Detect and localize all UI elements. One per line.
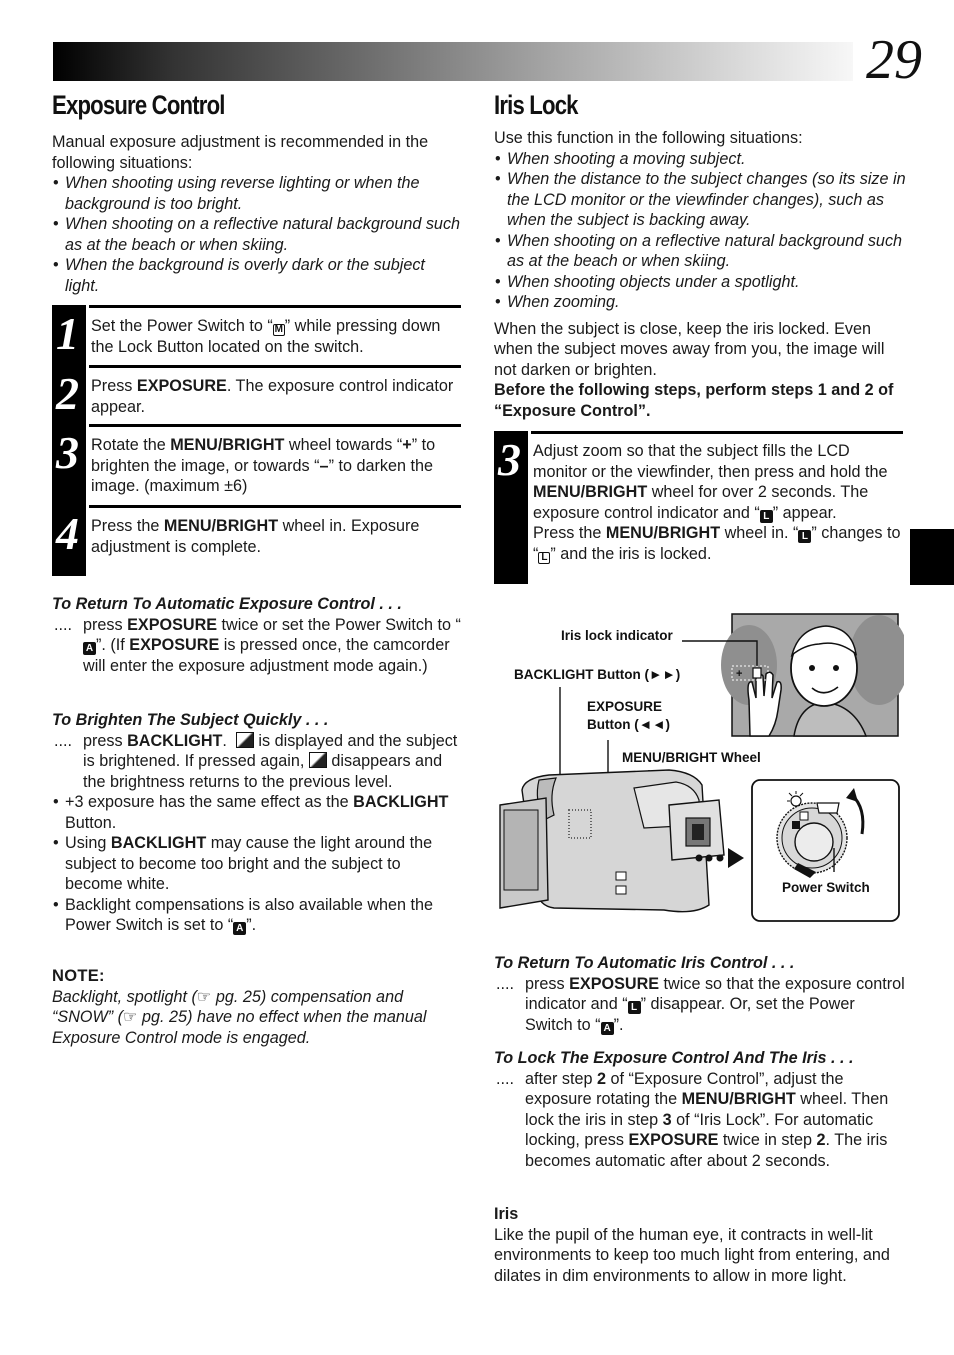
list-item: When shooting a moving subject.	[494, 149, 906, 170]
step-text: Set the Power Switch to “M” while pressi…	[91, 317, 441, 356]
iris-step-3: 3 Adjust zoom so that the subject fills …	[494, 431, 903, 584]
iris-paragraph: When the subject is close, keep the iris…	[494, 319, 885, 379]
step-number: 3	[56, 427, 79, 478]
pointing-hand-icon: ☞	[196, 987, 212, 1006]
return-auto-exposure-text: .... press EXPOSURE twice or set the Powe…	[54, 615, 461, 675]
auto-mode-icon: A	[83, 642, 96, 655]
menu-bright-wheel-label: MENU/BRIGHT Wheel	[622, 750, 761, 765]
return-auto-iris-heading: To Return To Automatic Iris Control . . …	[494, 954, 795, 972]
auto-mode-marker	[792, 821, 800, 829]
backlight-button-label: BACKLIGHT Button (►►)	[514, 667, 680, 682]
page-reference-link[interactable]: pg. 25	[216, 988, 261, 1006]
list-item: When zooming.	[494, 292, 906, 313]
list-item: +3 exposure has the same effect as the B…	[52, 792, 462, 833]
step-number: 3	[498, 434, 521, 485]
note-title: NOTE:	[52, 967, 105, 985]
backlight-icon	[235, 731, 254, 748]
brighten-text: .... press BACKLIGHT. is displayed and th…	[54, 731, 458, 791]
locked-indicator-icon: L	[538, 551, 551, 564]
step-2: 2 Press EXPOSURE. The exposure control i…	[52, 365, 461, 424]
note-section: NOTE: Backlight, spotlight (☞ pg. 25) co…	[52, 966, 462, 1048]
exposure-steps: 1 Set the Power Switch to “M” while pres…	[52, 305, 461, 576]
exposure-control-title: Exposure Control	[52, 90, 225, 120]
lock-indicator-icon: L	[798, 530, 812, 543]
lock-indicator-icon: L	[627, 1001, 641, 1014]
lock-both-text: .... after step 2 of “Exposure Control”, …	[496, 1069, 889, 1170]
page-reference-link[interactable]: pg. 25	[142, 1008, 187, 1026]
auto-mode-icon: A	[600, 1021, 614, 1035]
iris-intro-block: Use this function in the following situa…	[494, 128, 906, 421]
lcd-screen-picture: +	[721, 613, 909, 737]
list-item: When shooting using reverse lighting or …	[52, 173, 462, 214]
backlight-notes-list: +3 exposure has the same effect as the B…	[52, 792, 462, 936]
iris-definition-text: Like the pupil of the human eye, it cont…	[494, 1225, 890, 1285]
return-auto-exposure-heading: To Return To Automatic Exposure Control …	[52, 595, 402, 613]
list-item: Backlight compensations is also availabl…	[52, 895, 462, 936]
iris-prerequisite: Before the following steps, perform step…	[494, 381, 894, 420]
iris-lock-title: Iris Lock	[494, 90, 578, 120]
lock-both-heading: To Lock The Exposure Control And The Iri…	[494, 1049, 854, 1067]
step-text: Press EXPOSURE. The exposure control ind…	[91, 377, 454, 416]
step-number: 1	[56, 308, 79, 359]
backlight-icon	[308, 752, 327, 768]
step-3: 3 Rotate the MENU/BRIGHT wheel towards “…	[52, 424, 461, 505]
list-item: When the background is overly dark or th…	[52, 255, 462, 296]
exposure-intro-block: Manual exposure adjustment is recommende…	[52, 132, 462, 296]
exposure-button-label-line1: EXPOSURE	[587, 699, 662, 714]
iris-definition: Iris Like the pupil of the human eye, it…	[494, 1204, 906, 1286]
list-item: Using BACKLIGHT may cause the light arou…	[52, 833, 462, 895]
return-auto-iris-text: .... press EXPOSURE twice so that the exp…	[496, 974, 905, 1035]
step-1: 1 Set the Power Switch to “M” while pres…	[52, 305, 461, 365]
iris-lock-indicator-label: Iris lock indicator	[561, 628, 674, 643]
brighten-heading: To Brighten The Subject Quickly . . .	[52, 711, 329, 729]
list-item: When the distance to the subject changes…	[494, 169, 906, 231]
camcorder-body	[499, 769, 725, 913]
power-switch-inset: Power Switch	[751, 779, 900, 922]
screen-indicator-plus: +	[736, 668, 742, 680]
list-item: When shooting on a reflective natural ba…	[52, 214, 462, 255]
power-switch-label: Power Switch	[782, 880, 870, 895]
manual-mode-marker	[799, 811, 809, 821]
exposure-button-label-line2: Button (◄◄)	[587, 717, 670, 732]
exposure-intro: Manual exposure adjustment is recommende…	[52, 133, 429, 172]
return-auto-iris-section: To Return To Automatic Iris Control . . …	[494, 953, 906, 1035]
list-item: When shooting on a reflective natural ba…	[494, 231, 906, 272]
list-item: When shooting objects under a spotlight.	[494, 272, 906, 293]
return-auto-exposure-section: To Return To Automatic Exposure Control …	[52, 594, 462, 676]
section-thumb-tab	[910, 529, 954, 585]
camcorder-illustration: + Iris lock indicator BACKLIGHT Button (…	[499, 613, 909, 922]
header-gradient-bar	[53, 42, 853, 81]
auto-mode-icon: A	[233, 922, 247, 935]
exposure-situations-list: When shooting using reverse lighting or …	[52, 173, 462, 296]
lamp-icon	[790, 795, 802, 807]
lock-both-section: To Lock The Exposure Control And The Iri…	[494, 1048, 906, 1171]
brighten-section: To Brighten The Subject Quickly . . . ..…	[52, 710, 462, 936]
manual-mode-icon: M	[272, 324, 285, 336]
page-number: 29	[866, 29, 922, 91]
pointing-hand-icon: ☞	[123, 1008, 138, 1026]
note-text: Backlight, spotlight (☞ pg. 25) compensa…	[52, 987, 427, 1047]
step-number: 2	[56, 368, 79, 419]
step-text: Rotate the MENU/BRIGHT wheel towards “+”…	[91, 436, 436, 495]
step-text: Adjust zoom so that the subject fills th…	[533, 442, 901, 564]
iris-intro: Use this function in the following situa…	[494, 129, 803, 147]
camcorder-figure: + Iris lock indicator BACKLIGHT Button (…	[494, 610, 909, 930]
step-number: 4	[56, 508, 79, 559]
iris-definition-title: Iris	[494, 1205, 519, 1223]
iris-situations-list: When shooting a moving subject. When the…	[494, 149, 906, 313]
step-text: Press the MENU/BRIGHT wheel in. Exposure…	[91, 517, 420, 556]
lock-indicator-icon: L	[759, 509, 773, 523]
step-4: 4 Press the MENU/BRIGHT wheel in. Exposu…	[52, 505, 461, 576]
screen-lock-icon	[752, 667, 762, 679]
